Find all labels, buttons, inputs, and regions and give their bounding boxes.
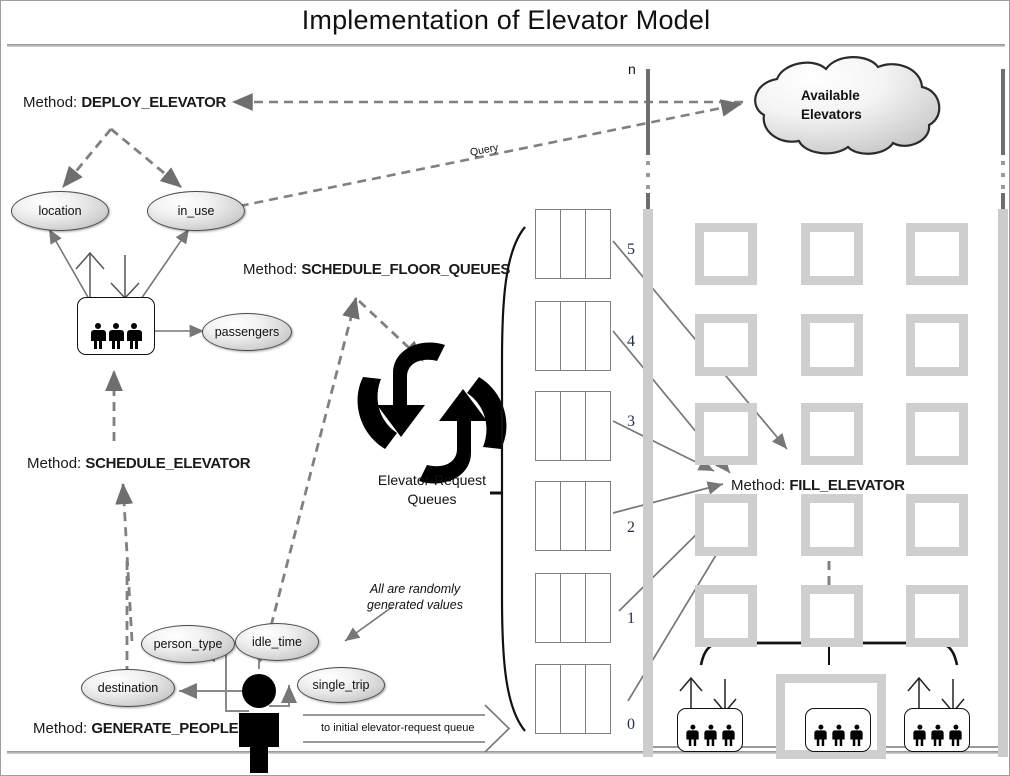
lobby-elevator-car-1[interactable] [677, 708, 743, 752]
method-name: FILL_ELEVATOR [789, 477, 905, 494]
building-right-wall-top [1001, 69, 1005, 155]
floor-number-4: 4 [627, 333, 635, 350]
person-icon [703, 724, 717, 746]
building-window [695, 314, 757, 376]
attribute-location[interactable]: location [11, 191, 109, 231]
random-note-line2: generated values [367, 598, 463, 612]
building-window [695, 223, 757, 285]
building-left-wall-top [646, 69, 650, 155]
schedule-floor-queues-arrows [269, 296, 424, 627]
method-schedule-elevator: Method: SCHEDULE_ELEVATOR [27, 455, 251, 472]
lobby-elevator-car-3[interactable] [904, 708, 970, 752]
attribute-passengers[interactable]: passengers [202, 313, 292, 351]
person-icon [948, 724, 962, 746]
floor-queue-0[interactable] [535, 664, 611, 734]
attribute-location-label: location [38, 204, 82, 218]
attribute-in-use-label: in_use [177, 204, 215, 218]
method-generate-people: Method: GENERATE_PEOPLE [33, 720, 239, 737]
building-window [801, 223, 863, 285]
person-icon [721, 724, 735, 746]
building-window [906, 585, 968, 647]
random-values-note: All are randomly generated values [355, 581, 475, 613]
top-floor-label: n [628, 61, 636, 77]
floor-number-3: 3 [627, 413, 635, 430]
elevator-request-queues-caption: Elevator-Request Queues [367, 471, 497, 509]
attribute-in-use[interactable]: in_use [147, 191, 245, 231]
method-name: DEPLOY_ELEVATOR [81, 94, 227, 111]
attribute-idle-time-label: idle_time [251, 635, 303, 649]
person-icon [90, 323, 106, 349]
person-icon [912, 724, 926, 746]
method-deploy-elevator: Method: DEPLOY_ELEVATOR [23, 94, 226, 111]
floor-queue-3[interactable] [535, 391, 611, 461]
wall-dot [646, 173, 650, 177]
elevator-car-left[interactable] [77, 297, 155, 355]
wall-dot [646, 185, 650, 189]
building-window [695, 494, 757, 556]
method-prefix: Method: [33, 720, 88, 737]
floor-number-5: 5 [627, 241, 635, 258]
method-name: SCHEDULE_ELEVATOR [85, 455, 251, 472]
floor-queue-5[interactable] [535, 209, 611, 279]
person-icon [813, 724, 827, 746]
building-window [801, 494, 863, 556]
floor-number-2: 2 [627, 519, 635, 536]
person-icon [831, 724, 845, 746]
schedule-elevator-up-arrow [105, 369, 134, 642]
building-window [801, 585, 863, 647]
deploy-to-attributes-arrows [61, 127, 182, 189]
attribute-single-trip[interactable]: single_trip [297, 667, 385, 703]
attribute-person-type[interactable]: person_type [141, 625, 235, 663]
floor-queue-4[interactable] [535, 301, 611, 371]
attribute-destination-label: destination [97, 681, 159, 695]
method-prefix: Method: [23, 94, 78, 111]
caption-line2: Queues [407, 491, 457, 507]
building-left-wall [643, 209, 653, 757]
building-window [695, 585, 757, 647]
building-window [801, 314, 863, 376]
building-window [695, 403, 757, 465]
person-icon [849, 724, 863, 746]
attribute-destination[interactable]: destination [81, 669, 175, 707]
attribute-person-type-label: person_type [153, 637, 223, 651]
wall-dot [1001, 161, 1005, 165]
cloud-label-line2: Elevators [801, 107, 862, 122]
attribute-idle-time[interactable]: idle_time [235, 623, 319, 661]
building-right-wall [998, 209, 1008, 757]
building-window [906, 223, 968, 285]
method-prefix: Method: [731, 477, 786, 494]
random-note-line1: All are randomly [369, 582, 461, 596]
method-prefix: Method: [243, 261, 298, 278]
wall-dot [646, 161, 650, 165]
wall-dot [1001, 173, 1005, 177]
cloud-label: Available Elevators [801, 86, 931, 124]
to-initial-queue-label: to initial elevator-request queue [321, 722, 475, 734]
floor-queue-1[interactable] [535, 573, 611, 643]
building-window [906, 403, 968, 465]
method-fill-elevator: Method: FILL_ELEVATOR [731, 477, 905, 494]
diagram-canvas: Implementation of Elevator Model Method:… [0, 0, 1010, 776]
attribute-passengers-label: passengers [214, 325, 280, 339]
wall-dot [1001, 185, 1005, 189]
floor-number-0: 0 [627, 716, 635, 733]
generate-people-person-icon [239, 674, 279, 773]
caption-line1: Elevator-Request [377, 472, 487, 488]
person-icon [108, 323, 124, 349]
lobby-elevator-car-2[interactable] [805, 708, 871, 752]
method-name: SCHEDULE_FLOOR_QUEUES [301, 261, 511, 278]
floor-queue-2[interactable] [535, 481, 611, 551]
method-prefix: Method: [27, 455, 82, 472]
elevator-request-queues-icon [357, 342, 507, 484]
person-icon [685, 724, 699, 746]
person-icon [126, 323, 142, 349]
method-name: GENERATE_PEOPLE [91, 720, 239, 737]
floor-number-1: 1 [627, 610, 635, 627]
person-icon [930, 724, 944, 746]
cloud-label-line1: Available [801, 88, 860, 103]
attribute-single-trip-label: single_trip [312, 678, 370, 692]
building-window [801, 403, 863, 465]
building-window [906, 494, 968, 556]
building-window [906, 314, 968, 376]
method-schedule-floor-queues: Method: SCHEDULE_FLOOR_QUEUES [243, 261, 510, 278]
